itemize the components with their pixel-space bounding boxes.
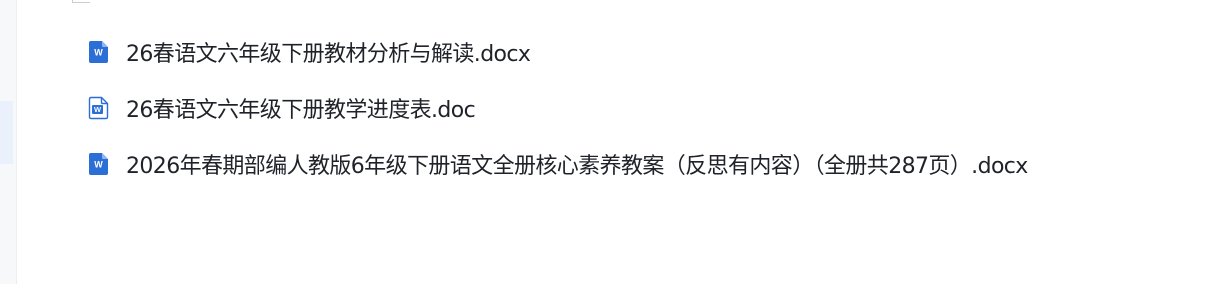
- svg-text:W: W: [94, 48, 103, 58]
- file-row[interactable]: W 26春语文六年级下册教学进度表.doc: [88, 90, 1028, 126]
- sidebar-active-indicator: [0, 101, 13, 164]
- file-name: 2026年春期部编人教版6年级下册语文全册核心素养教案（反思有内容）（全册共28…: [126, 154, 1028, 179]
- file-name: 26春语文六年级下册教学进度表.doc: [126, 98, 476, 123]
- tree-connector: [72, 0, 90, 3]
- word-doc-icon: W: [88, 96, 109, 120]
- svg-text:W: W: [94, 160, 103, 170]
- word-docx-icon: W: [88, 40, 109, 64]
- word-docx-icon: W: [88, 152, 109, 176]
- file-name: 26春语文六年级下册教材分析与解读.docx: [126, 42, 531, 67]
- file-row[interactable]: W 2026年春期部编人教版6年级下册语文全册核心素养教案（反思有内容）（全册共…: [88, 146, 1028, 182]
- file-row[interactable]: W 26春语文六年级下册教材分析与解读.docx: [88, 34, 1028, 70]
- file-list: W 26春语文六年级下册教材分析与解读.docx W 26春语文六年级下册教学进…: [88, 34, 1028, 202]
- svg-text:W: W: [94, 105, 102, 114]
